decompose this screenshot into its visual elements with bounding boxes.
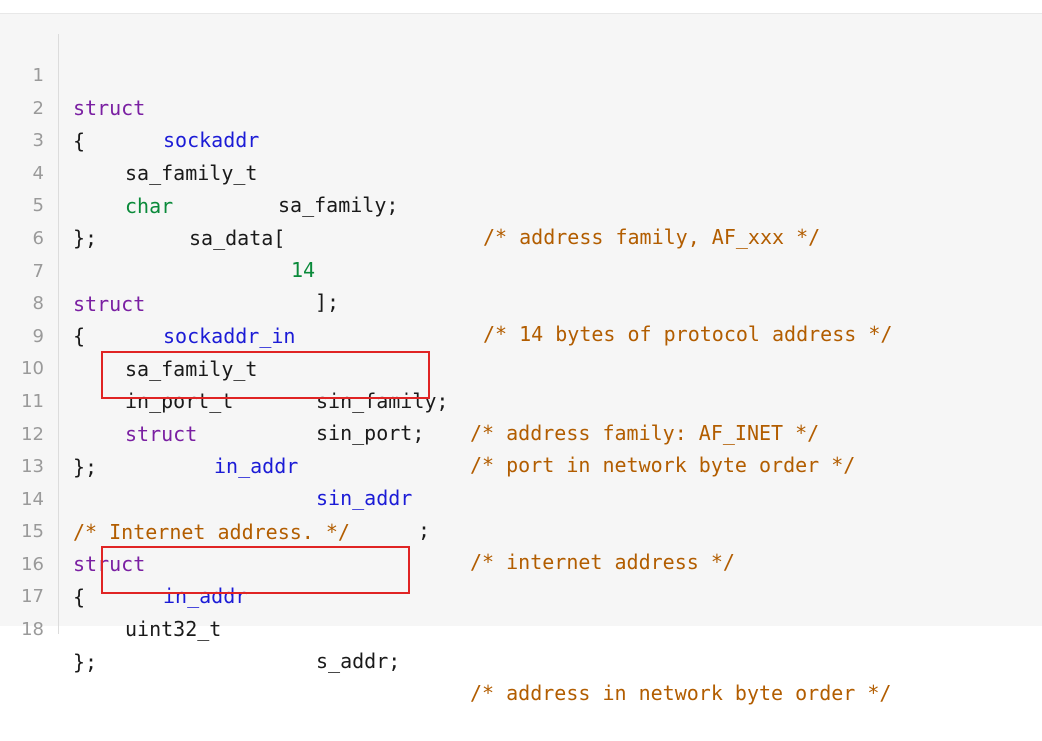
code-line-8: 8 { [0, 256, 1042, 348]
code-line-14: 14 /* Internet address. */ [0, 452, 1042, 544]
code-line-9: 9 sa_family_t sin_family; /* address fam… [0, 289, 1042, 445]
code-line-1: 1 struct sockaddr [0, 28, 1042, 152]
code-line-7: 7 struct sockaddr_in [0, 224, 1042, 348]
highlight-box-sin-addr [101, 351, 430, 399]
code-line-6: 6 [0, 191, 1042, 249]
line-number: 18 [21, 619, 44, 640]
code-line-5: 5 }; [0, 158, 1042, 250]
code-line-16: 16 { [0, 517, 1042, 609]
code-line-2: 2 { [0, 61, 1042, 153]
code-line-4: 4 char sa_data[ 14 ]; /* 14 bytes of pro… [0, 126, 1042, 346]
close-brace: }; [73, 650, 98, 674]
code-line-13: 13 [0, 419, 1042, 477]
field-type: uint32_t [125, 617, 222, 641]
code-line-10: 10 in_port_t sin_port; /* port in networ… [0, 321, 1042, 477]
field-name: s_addr; [316, 649, 401, 673]
code-line-15: 15 struct in_addr [0, 484, 1042, 608]
code-line-3: 3 sa_family_t sa_family; /* address fami… [0, 93, 1042, 249]
highlight-box-s-addr [101, 546, 410, 594]
code-comment: /* address in network byte order */ [470, 681, 892, 705]
code-viewer: 1 struct sockaddr 2 { 3 sa_family_t sa_f… [0, 13, 1042, 705]
